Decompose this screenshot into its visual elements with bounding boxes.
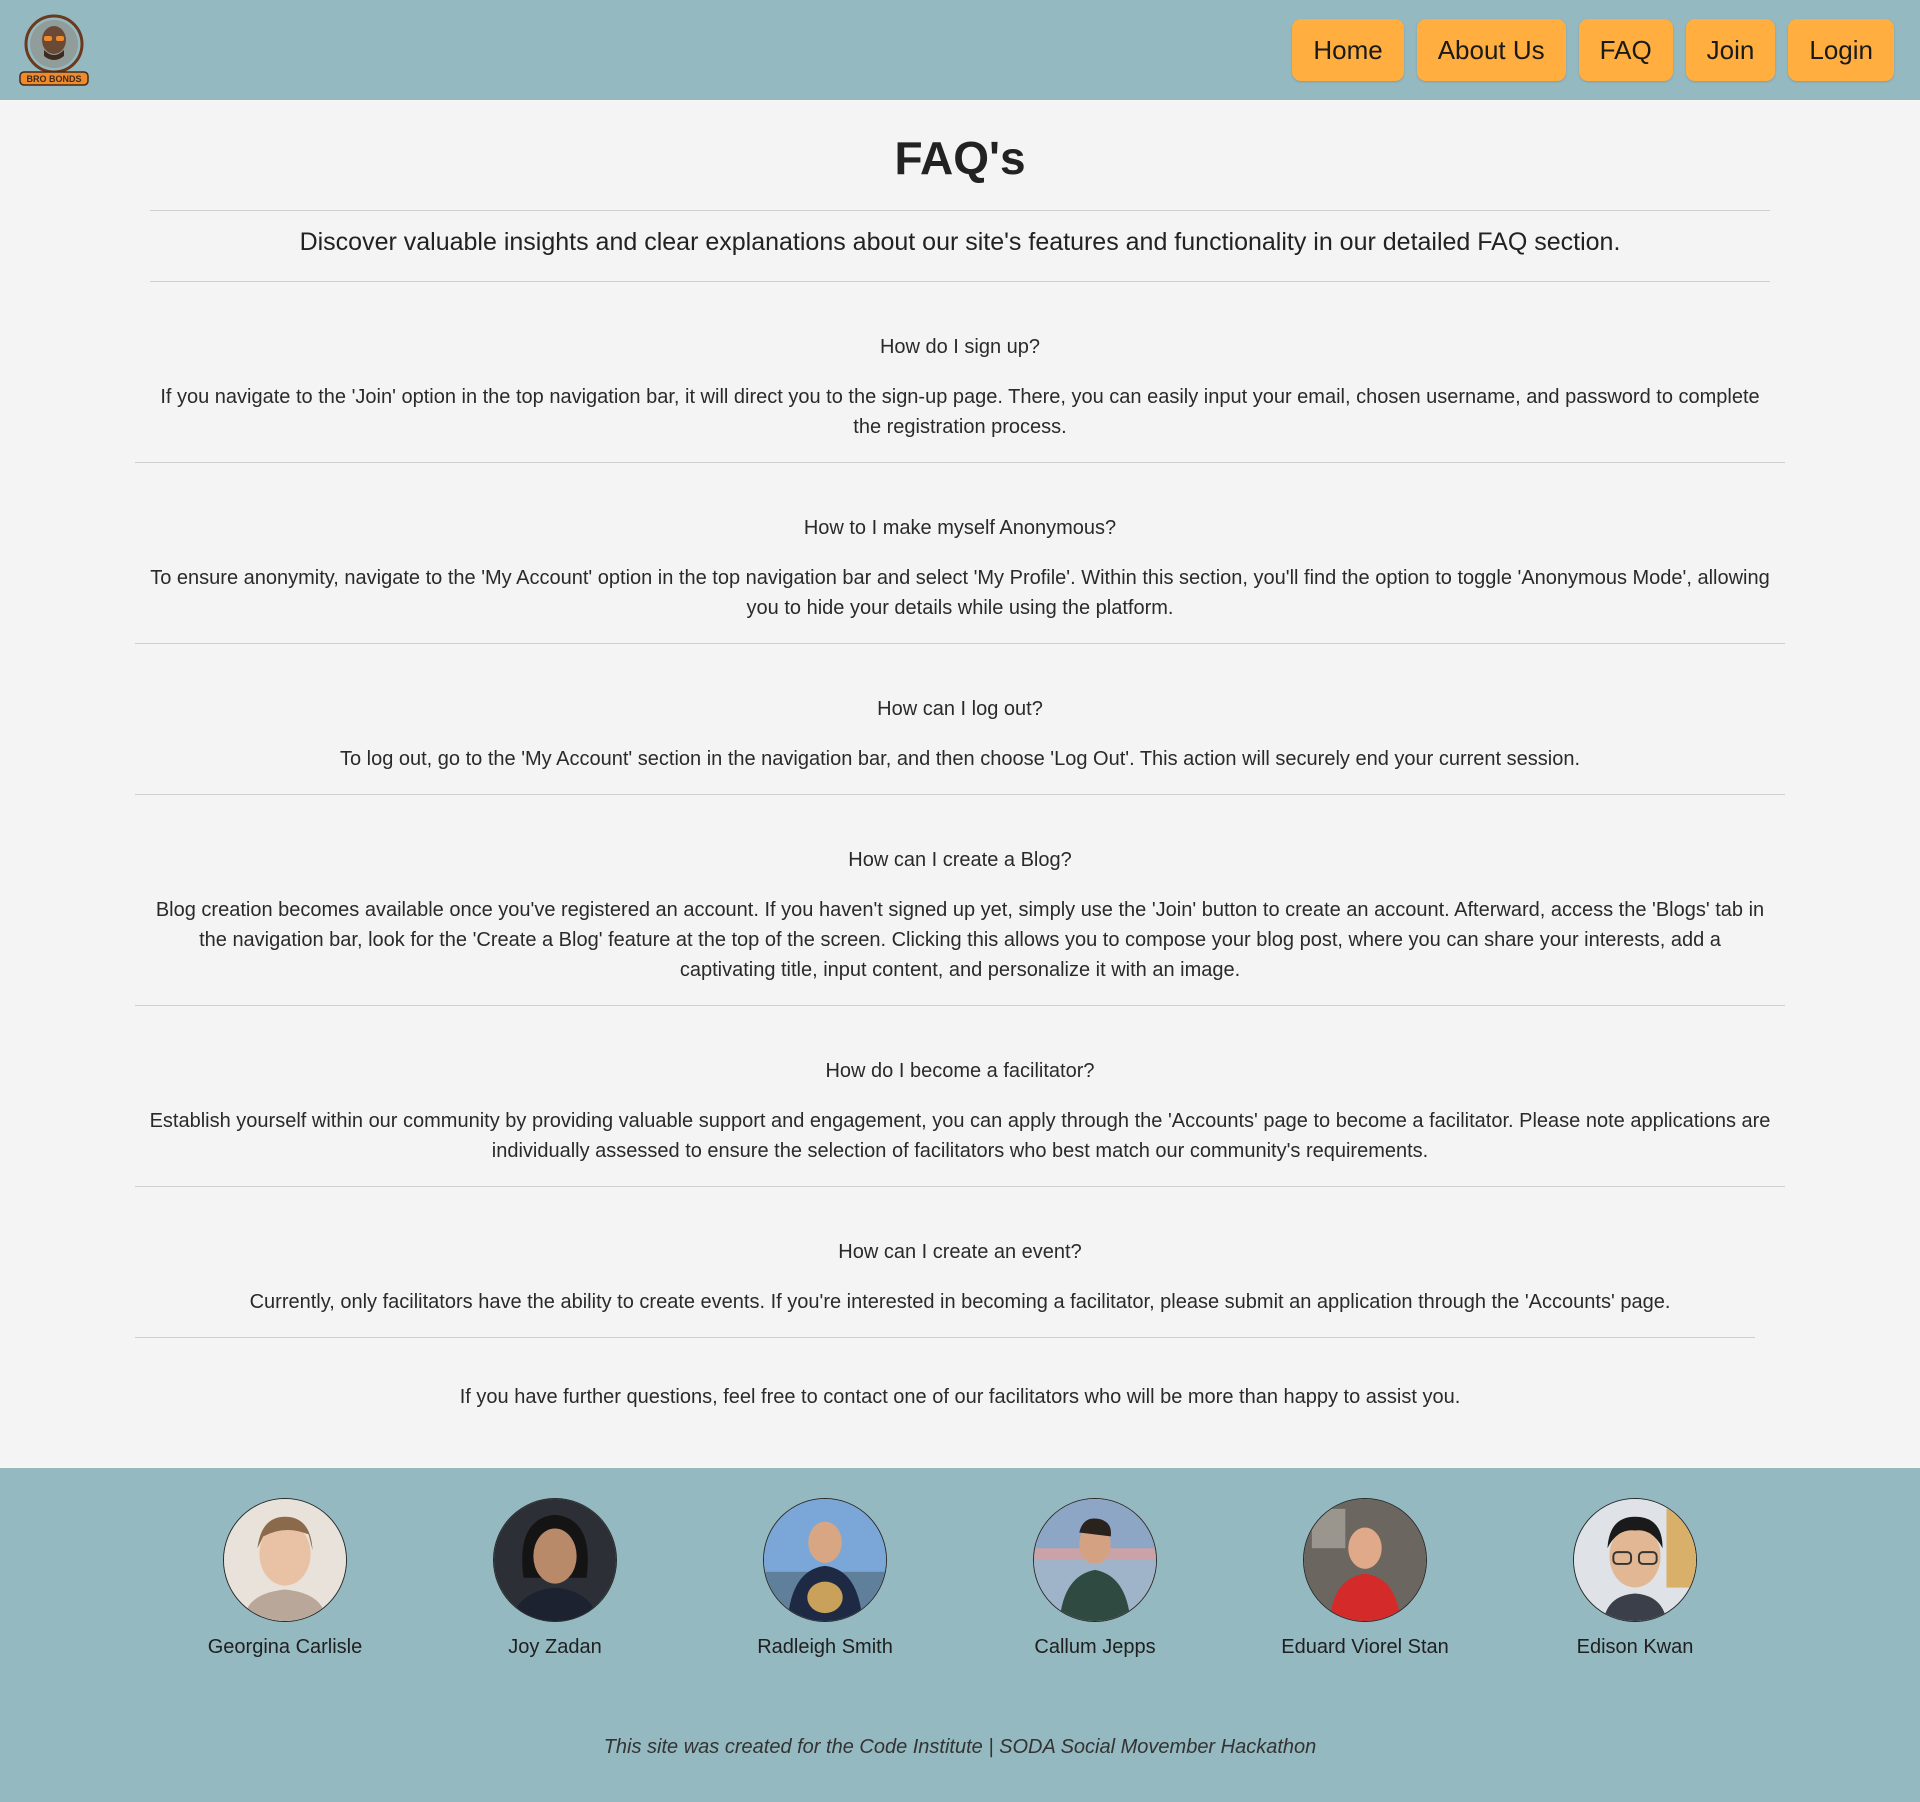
nav-home-button[interactable]: Home <box>1292 19 1404 81</box>
nav-about-us-button[interactable]: About Us <box>1416 19 1566 81</box>
footer: Georgina Carlisle Joy Zadan Radleigh Smi… <box>0 1468 1920 1802</box>
member-name: Radleigh Smith <box>757 1636 893 1658</box>
divider <box>135 794 1785 795</box>
member-name: Joy Zadan <box>508 1636 602 1658</box>
avatar <box>1033 1498 1157 1622</box>
faq-answer: Establish yourself within our community … <box>149 1110 1771 1162</box>
faq-question: How can I create a Blog? <box>848 849 1072 871</box>
team-member: Eduard Viorel Stan <box>1255 1498 1475 1659</box>
team-member: Joy Zadan <box>445 1498 665 1659</box>
faq-question: How do I sign up? <box>879 336 1041 358</box>
divider <box>135 1186 1785 1187</box>
avatar <box>763 1498 887 1622</box>
faq-item: How to I make myself Anonymous? To ensur… <box>135 513 1785 623</box>
faq-item: How can I create an event? Currently, on… <box>135 1237 1785 1317</box>
contact-text: If you have further questions, feel free… <box>459 1386 1461 1408</box>
avatar <box>1303 1498 1427 1622</box>
faq-question: How can I create an event? <box>838 1241 1082 1263</box>
team-member: Georgina Carlisle <box>175 1498 395 1659</box>
faq-answer: To log out, go to the 'My Account' secti… <box>339 748 1581 770</box>
faq-question: How do I become a facilitator? <box>825 1060 1095 1082</box>
member-name: Georgina Carlisle <box>207 1636 363 1658</box>
faq-answer: Currently, only facilitators have the ab… <box>249 1291 1671 1313</box>
divider <box>135 1337 1755 1338</box>
faq-item: How can I create a Blog? Blog creation b… <box>135 845 1785 985</box>
main-nav: Home About Us FAQ Join Login <box>1292 19 1894 81</box>
faq-main-content: FAQ's Discover valuable insights and cle… <box>0 100 1920 1468</box>
divider <box>150 210 1770 211</box>
faq-question: How can I log out? <box>877 698 1043 720</box>
faq-item: How can I log out? To log out, go to the… <box>135 694 1785 774</box>
team-member: Callum Jepps <box>985 1498 1205 1659</box>
faq-item: How do I become a facilitator? Establish… <box>135 1056 1785 1166</box>
member-name: Edison Kwan <box>1576 1636 1694 1658</box>
nav-join-button[interactable]: Join <box>1685 19 1776 81</box>
logo-text: BRO BONDS <box>26 74 81 84</box>
divider <box>135 462 1785 463</box>
faq-item: How do I sign up? If you navigate to the… <box>135 332 1785 442</box>
faq-answer: If you navigate to the 'Join' option in … <box>160 386 1760 438</box>
divider <box>135 643 1785 644</box>
bro-bonds-logo[interactable]: BRO BONDS <box>18 10 90 86</box>
faq-question: How to I make myself Anonymous? <box>803 517 1117 539</box>
member-name: Callum Jepps <box>1034 1636 1156 1658</box>
faq-answer: Blog creation becomes available once you… <box>155 899 1765 981</box>
team-member: Radleigh Smith <box>715 1498 935 1659</box>
team-member: Edison Kwan <box>1525 1498 1745 1659</box>
avatar <box>223 1498 347 1622</box>
divider <box>150 281 1770 282</box>
nav-login-button[interactable]: Login <box>1788 19 1894 81</box>
faq-answer: To ensure anonymity, navigate to the 'My… <box>150 567 1770 619</box>
page-title: FAQ's <box>894 132 1026 184</box>
divider <box>135 1005 1785 1006</box>
team-list: Georgina Carlisle Joy Zadan Radleigh Smi… <box>0 1498 1920 1668</box>
avatar <box>493 1498 617 1622</box>
page-subtitle: Discover valuable insights and clear exp… <box>299 228 1621 256</box>
avatar <box>1573 1498 1697 1622</box>
top-navigation-bar: BRO BONDS Home About Us FAQ Join Login <box>0 0 1920 100</box>
nav-faq-button[interactable]: FAQ <box>1578 19 1673 81</box>
member-name: Eduard Viorel Stan <box>1281 1636 1449 1658</box>
footer-credit: This site was created for the Code Insti… <box>603 1736 1317 1758</box>
